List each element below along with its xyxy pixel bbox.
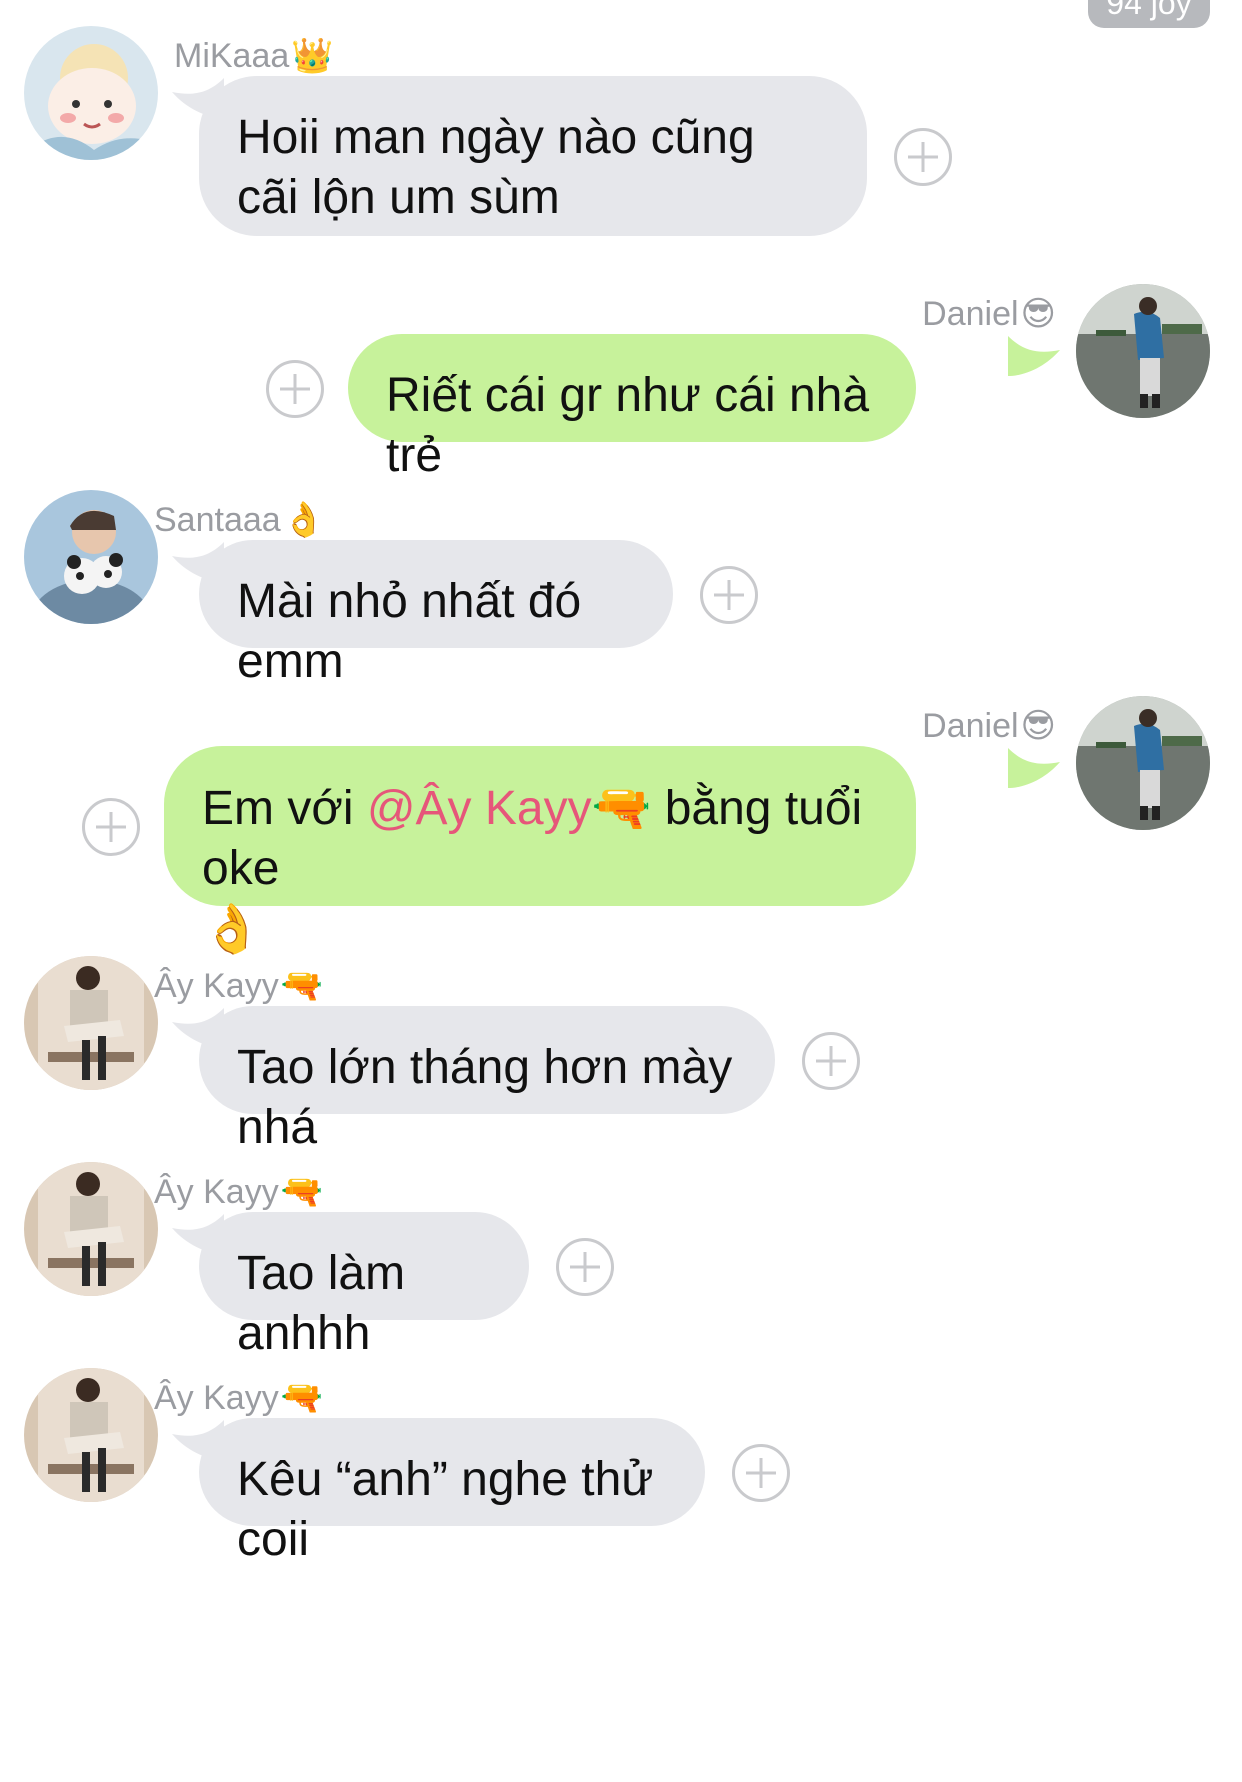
ay-kayy-avatar[interactable] — [24, 956, 158, 1090]
message-text: Hoii man ngày nào cũng cãi lộn um sùm — [237, 111, 755, 224]
plus-circle-icon[interactable] — [732, 1444, 790, 1502]
plus-circle-icon[interactable] — [266, 360, 324, 418]
message-text: Tao làm anhhh — [237, 1247, 406, 1360]
chat-thread: 94 joy MiKaaa👑 Hoii man ngày nào cũng cã… — [0, 0, 1242, 1782]
plus-circle-icon[interactable] — [894, 128, 952, 186]
message-text: Tao lớn tháng hơn mày nhá — [237, 1041, 733, 1154]
message-text: Mài nhỏ nhất đó emm — [237, 575, 582, 688]
water-pistol-icon: 🔫 — [280, 1378, 324, 1418]
message-bubble[interactable]: Tao làm anhhh — [199, 1212, 529, 1360]
bubble-tail — [1008, 748, 1060, 788]
plus-circle-icon[interactable] — [556, 1238, 614, 1296]
sender-name: Ây Kayy🔫 — [154, 966, 324, 1006]
sender-name: Daniel😎 — [922, 294, 1056, 334]
message-text: Riết cái gr như cái nhà trẻ — [386, 369, 870, 482]
ay-kayy-avatar[interactable] — [24, 1162, 158, 1296]
bubble-tail — [1008, 336, 1060, 376]
unread-count-badge: 94 joy — [1088, 0, 1210, 28]
sunglasses-face-icon: 😎 — [1020, 706, 1056, 746]
message-bubble[interactable]: Riết cái gr như cái nhà trẻ — [348, 334, 916, 482]
plus-circle-icon[interactable] — [700, 566, 758, 624]
daniel-avatar[interactable] — [1076, 696, 1210, 830]
message-bubble[interactable]: Hoii man ngày nào cũng cãi lộn um sùm — [199, 76, 867, 236]
sender-name: Santaaa👌 — [154, 500, 326, 540]
sender-name: Ây Kayy🔫 — [154, 1172, 324, 1212]
ay-kayy-avatar[interactable] — [24, 1368, 158, 1502]
plus-circle-icon[interactable] — [802, 1032, 860, 1090]
message-text: Em với — [202, 782, 367, 835]
daniel-avatar[interactable] — [1076, 284, 1210, 418]
ok-hand-icon: 👌 — [202, 901, 262, 957]
water-pistol-icon: 🔫 — [280, 1172, 324, 1212]
sender-name: Daniel😎 — [922, 706, 1056, 746]
santaaa-avatar[interactable] — [24, 490, 158, 624]
message-text: Kêu “anh” nghe thử coii — [237, 1453, 654, 1566]
message-bubble[interactable]: Mài nhỏ nhất đó emm — [199, 540, 673, 688]
water-pistol-icon: 🔫 — [591, 780, 652, 836]
message-bubble[interactable]: Tao lớn tháng hơn mày nhá — [199, 1006, 775, 1154]
sender-name: Ây Kayy🔫 — [154, 1378, 324, 1418]
message-bubble[interactable]: Em với @Ây Kayy🔫 bằng tuổi oke 👌 — [164, 746, 916, 957]
plus-circle-icon[interactable] — [82, 798, 140, 856]
sunglasses-face-icon: 😎 — [1020, 294, 1056, 334]
water-pistol-icon: 🔫 — [280, 966, 324, 1006]
mention-link[interactable]: @Ây Kayy — [367, 782, 592, 835]
ok-hand-icon: 👌 — [282, 500, 326, 540]
crown-icon: 👑 — [291, 36, 334, 76]
mikaaa-avatar[interactable] — [24, 26, 158, 160]
message-bubble[interactable]: Kêu “anh” nghe thử coii — [199, 1418, 705, 1566]
sender-name: MiKaaa👑 — [174, 36, 334, 76]
